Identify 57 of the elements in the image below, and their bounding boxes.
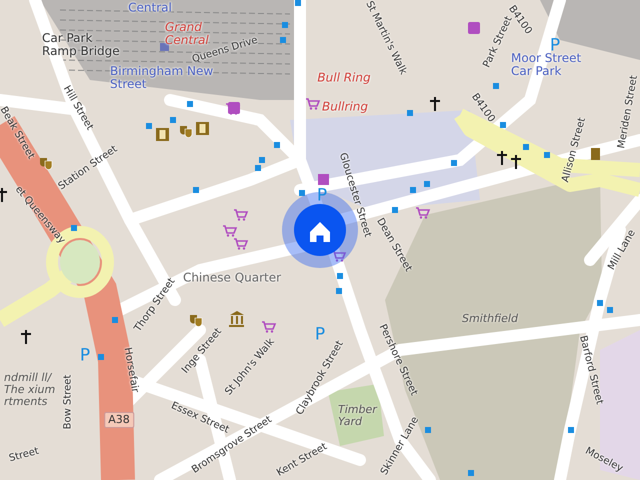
bus-stop-icon: [493, 83, 499, 89]
map-label: Bow Street: [62, 374, 74, 430]
map-label: Allison Street: [560, 116, 588, 184]
bus-stop-icon: [187, 101, 193, 107]
bus-stop-icon: [451, 160, 457, 166]
cross-icon: [20, 329, 32, 345]
bus-stop-icon: [336, 288, 342, 294]
bus-stop-icon: [337, 273, 343, 279]
parking-sign: P: [314, 326, 326, 344]
bus-stop-icon: [98, 354, 104, 360]
bus-stop-icon: [170, 117, 176, 123]
road-number: A38: [104, 412, 134, 428]
map-label: Meriden Street: [616, 74, 640, 150]
map-label: Timber Yard: [338, 404, 378, 428]
bus-stop-icon: [568, 427, 574, 433]
bus-stop-icon: [146, 123, 152, 129]
bus-stop-icon: [407, 110, 413, 116]
cross-icon: [510, 154, 522, 170]
map-label: Barford Street: [577, 334, 605, 406]
bus-stop-icon: [299, 190, 305, 196]
theatre-masks-icon: [40, 158, 52, 170]
bus-stop-icon: [280, 37, 286, 43]
bus-stop-icon: [500, 122, 506, 128]
bus-stop-icon: [425, 427, 431, 433]
bus-stop-icon: [193, 187, 199, 193]
theatre-masks-icon: [180, 126, 192, 138]
bus-stop-icon: [71, 225, 77, 231]
map-label: Chinese Quarter: [182, 271, 282, 285]
parking-sign: P: [316, 186, 328, 206]
map-label: Moor Street Car Park: [511, 52, 582, 78]
bus-stop-icon: [282, 22, 288, 28]
cross-icon: [0, 187, 8, 203]
map-label: Horsefair: [122, 346, 140, 394]
film-icon: [196, 122, 209, 135]
bus-stop-icon: [295, 0, 301, 6]
map-label: ndmill ll/ The xium rtments: [4, 372, 56, 408]
bus-stop-icon: [544, 152, 550, 158]
map-label: Smithfield: [462, 312, 518, 326]
map-label: Bullring: [322, 100, 368, 114]
film-icon: [156, 128, 169, 141]
parking-sign: P: [80, 346, 90, 366]
cross-icon: [496, 150, 508, 166]
bus-stop-icon: [410, 187, 416, 193]
bus-stop-icon: [468, 470, 474, 476]
theatre-masks-icon: [190, 315, 202, 327]
bus-stop-icon: [523, 144, 529, 150]
map-label: Birmingham New Street: [110, 64, 214, 92]
bus-stop-icon: [112, 317, 118, 323]
bus-stop-icon: [424, 181, 430, 187]
bus-stop-icon: [392, 207, 398, 213]
map-label: Car Park Ramp Bridge: [42, 32, 121, 58]
map-label: Bull Ring: [317, 71, 371, 85]
cross-icon: [429, 96, 441, 112]
map-label: Street: [8, 446, 40, 464]
bus-stop-icon: [274, 142, 280, 148]
map-label: Central: [128, 1, 172, 15]
museum-icon: [229, 311, 244, 327]
